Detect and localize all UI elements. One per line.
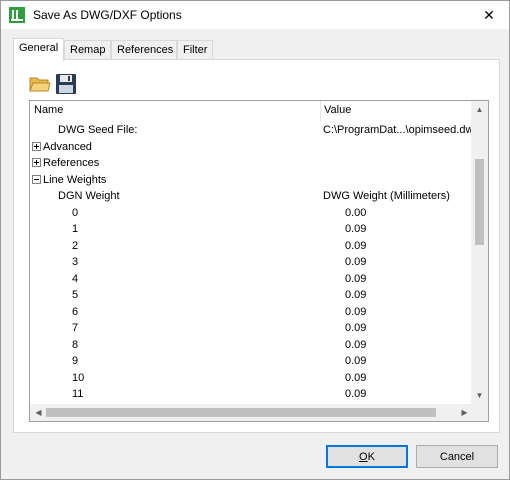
- row-value: 0.09: [345, 388, 367, 400]
- row-name: 6: [72, 305, 79, 318]
- table-row[interactable]: DGN Weight DWG Weight (Millimeters): [30, 188, 473, 204]
- row-name: 7: [72, 322, 79, 334]
- row-value: 0.09: [345, 305, 367, 318]
- tab-general[interactable]: General: [13, 38, 64, 61]
- window-title: Save As DWG/DXF Options: [33, 8, 182, 22]
- row-value: 0.09: [345, 272, 367, 285]
- table-row[interactable]: 1 0.09: [30, 221, 473, 237]
- collapse-minus-icon[interactable]: [32, 174, 41, 184]
- row-name: 3: [72, 256, 79, 268]
- row-value: 0.09: [345, 239, 367, 252]
- table-row[interactable]: Advanced: [30, 139, 473, 155]
- table-row[interactable]: 11 0.09: [30, 386, 473, 402]
- row-value: 0.09: [345, 256, 367, 268]
- scroll-left-arrow-icon[interactable]: ◀: [30, 404, 47, 421]
- table-row[interactable]: References: [30, 155, 473, 171]
- cancel-button[interactable]: Cancel: [416, 445, 498, 468]
- table-row[interactable]: 6 0.09: [30, 304, 473, 320]
- column-divider[interactable]: [320, 101, 321, 121]
- row-value: 0.09: [345, 371, 367, 384]
- table-row[interactable]: 9 0.09: [30, 353, 473, 369]
- row-name: 4: [72, 272, 79, 285]
- row-name: DWG Seed File:: [58, 124, 138, 136]
- horizontal-scroll-thumb[interactable]: [46, 408, 436, 417]
- row-name: DGN Weight: [58, 190, 120, 202]
- column-header-value[interactable]: Value: [324, 104, 351, 116]
- row-value: 0.09: [345, 289, 367, 301]
- vertical-scrollbar[interactable]: ▲ ▼: [471, 101, 488, 404]
- options-property-grid: Name Value DWG Seed File: C:\ProgramDat..…: [29, 100, 489, 422]
- table-row[interactable]: 0 0.00: [30, 205, 473, 221]
- save-as-dwg-dxf-dialog: Save As DWG/DXF Options ✕ General Remap …: [0, 0, 510, 480]
- row-name: 8: [72, 338, 79, 351]
- column-header-name[interactable]: Name: [34, 104, 63, 116]
- folder-open-icon[interactable]: [29, 73, 51, 95]
- row-value: DWG Weight (Millimeters): [323, 190, 450, 202]
- row-value: 0.00: [345, 206, 367, 219]
- scroll-down-arrow-icon[interactable]: ▼: [471, 387, 488, 404]
- row-name: References: [43, 157, 100, 169]
- row-name: 1: [72, 223, 79, 235]
- row-value: 0.09: [345, 223, 367, 235]
- row-value: C:\ProgramDat...\opimseed.dwg: [323, 124, 480, 136]
- row-name: 2: [72, 239, 79, 252]
- row-value: 0.09: [345, 338, 367, 351]
- row-value: 0.09: [345, 322, 367, 334]
- row-name: Line Weights: [43, 173, 107, 186]
- table-row[interactable]: 7 0.09: [30, 320, 473, 336]
- floppy-disk-save-icon[interactable]: [55, 73, 77, 95]
- row-name: 5: [72, 289, 79, 301]
- row-name: 0: [72, 206, 79, 219]
- table-row[interactable]: 2 0.09: [30, 238, 473, 254]
- vertical-scroll-thumb[interactable]: [475, 159, 484, 245]
- table-row[interactable]: DWG Seed File: C:\ProgramDat...\opimseed.…: [30, 122, 480, 138]
- row-name: 11: [72, 388, 84, 400]
- tab-references[interactable]: References: [111, 40, 177, 59]
- scroll-up-arrow-icon[interactable]: ▲: [471, 101, 488, 118]
- ok-button[interactable]: OK: [326, 445, 408, 468]
- row-name: Advanced: [43, 140, 92, 153]
- general-tab-panel: Name Value DWG Seed File: C:\ProgramDat..…: [13, 59, 500, 433]
- row-name: 9: [72, 355, 79, 367]
- table-row[interactable]: Line Weights: [30, 172, 473, 188]
- table-row[interactable]: 10 0.09: [30, 370, 473, 386]
- expand-plus-icon[interactable]: [32, 158, 41, 167]
- table-row[interactable]: 4 0.09: [30, 271, 473, 287]
- horizontal-scrollbar[interactable]: ◀ ▶: [30, 404, 473, 421]
- tab-remap[interactable]: Remap: [64, 40, 111, 59]
- app-icon: [9, 7, 25, 23]
- tab-filter[interactable]: Filter: [177, 40, 213, 59]
- row-value: 0.09: [345, 355, 367, 367]
- grid-header: Name Value: [30, 101, 473, 121]
- close-icon: ✕: [483, 6, 495, 23]
- table-row[interactable]: 8 0.09: [30, 337, 473, 353]
- table-row[interactable]: 5 0.09: [30, 287, 473, 303]
- table-row[interactable]: 3 0.09: [30, 254, 473, 270]
- title-bar: Save As DWG/DXF Options ✕: [1, 1, 509, 29]
- row-name: 10: [72, 371, 85, 384]
- close-button[interactable]: ✕: [469, 1, 509, 29]
- expand-plus-icon[interactable]: [32, 141, 41, 151]
- scrollbar-corner: [471, 404, 488, 421]
